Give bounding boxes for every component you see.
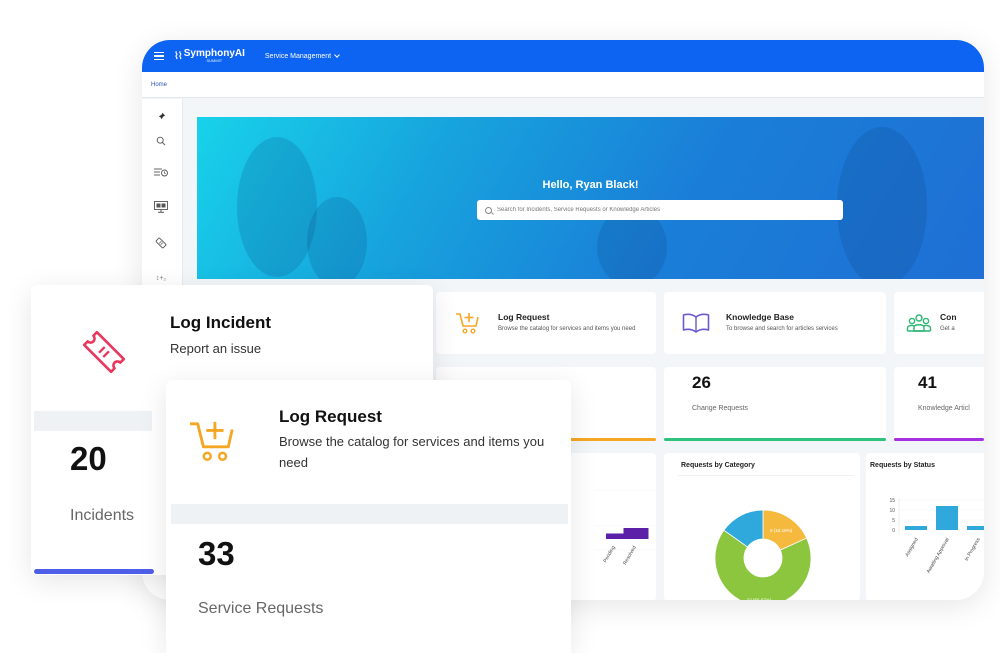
- log-request-tile[interactable]: Log Request Browse the catalog for servi…: [436, 292, 656, 354]
- search-icon[interactable]: [154, 134, 168, 148]
- module-label: Service Management: [264, 52, 332, 60]
- history-list-icon[interactable]: [154, 165, 168, 179]
- stat-tile-knowledge-articles[interactable]: 41 Knowledge Articl: [894, 367, 984, 441]
- card-title: Log Request: [279, 407, 382, 426]
- global-search-input[interactable]: [497, 207, 827, 213]
- x-tick-label: Awaiting Approval: [926, 537, 951, 574]
- greeting-heading: Hello, Ryan Black!: [542, 179, 639, 191]
- contact-tile[interactable]: Con Get a: [894, 292, 984, 354]
- pin-icon[interactable]: [154, 109, 168, 123]
- slice-label: 6 (18.18%): [770, 528, 793, 533]
- chart-tile-status: Requests by Status 15 10 5 0 Assigned Awaitin…: [866, 453, 984, 600]
- more-icon[interactable]: ↕+₂: [154, 271, 168, 285]
- status-bar[interactable]: [905, 526, 927, 530]
- y-tick-label: 5: [892, 518, 895, 524]
- requests-by-category-donut: 6 (18.18%) 22 (66.67%): [714, 509, 812, 600]
- stat-value: 26: [692, 373, 711, 392]
- stat-value: 41: [918, 373, 937, 392]
- service-request-count: 33: [198, 535, 235, 572]
- stat-label: Knowledge Articl: [918, 405, 970, 412]
- action-description: To browse and search for articles servic…: [726, 326, 838, 332]
- module-dropdown[interactable]: Service Management: [264, 51, 340, 60]
- breadcrumb-home[interactable]: Home: [151, 82, 167, 88]
- requests-by-status-chart: 15 10 5 0 Assigned Awaiting Approval In Progre…: [889, 498, 984, 574]
- knowledge-base-tile[interactable]: Knowledge Base To browse and search for …: [664, 292, 886, 354]
- chevron-down-icon: [334, 51, 340, 58]
- people-group-icon: [904, 313, 934, 333]
- global-search-bar[interactable]: [477, 200, 843, 220]
- service-request-label: Service Requests: [198, 600, 324, 617]
- stat-accent-bar: [894, 438, 984, 441]
- action-title: Con: [940, 312, 957, 322]
- x-tick-label: Assigned: [904, 537, 920, 558]
- top-bar: ⌇⌇ SymphonyAI SUMMIT Service Management: [142, 40, 984, 72]
- book-icon: [678, 313, 714, 333]
- hamburger-menu-icon[interactable]: [154, 52, 164, 60]
- brand-subtitle: SUMMIT: [206, 58, 223, 63]
- monitor-icon[interactable]: [154, 200, 168, 214]
- card-title: Log Incident: [170, 313, 272, 332]
- card-description: Browse the catalog for services and item…: [279, 434, 545, 470]
- cart-plus-icon: [450, 311, 486, 335]
- card-divider: [171, 504, 568, 524]
- incident-accent-bar: [34, 569, 154, 574]
- cart-plus-icon: [188, 418, 238, 469]
- y-tick-label: 10: [889, 508, 895, 514]
- x-tick-label: Resolved: [622, 545, 638, 566]
- x-tick-label: Pending: [602, 545, 616, 564]
- stat-accent-bar: [664, 438, 886, 441]
- x-tick-label: In Progress: [964, 537, 982, 563]
- card-description: Report an issue: [170, 341, 262, 356]
- action-description: Get a: [940, 326, 955, 332]
- stat-tile-change-requests[interactable]: 26 Change Requests: [664, 367, 886, 441]
- symphony-logo-icon: ⌇⌇: [174, 50, 183, 62]
- breadcrumb-bar: Home: [142, 72, 984, 98]
- action-description: Browse the catalog for services and item…: [498, 326, 636, 332]
- status-bar[interactable]: [936, 506, 958, 530]
- brand-logo[interactable]: ⌇⌇ SymphonyAI SUMMIT: [174, 49, 245, 63]
- chart-tile-category: Requests by Category 6 (18.18%) 22 (66.67…: [664, 453, 860, 600]
- status-bar[interactable]: [623, 528, 649, 539]
- status-bar[interactable]: [606, 533, 624, 540]
- incident-label: Incidents: [70, 507, 135, 524]
- stat-label: Change Requests: [692, 405, 749, 412]
- slice-label: 22 (66.67%): [747, 597, 772, 600]
- y-tick-label: 0: [892, 528, 895, 534]
- incident-count: 20: [70, 440, 107, 477]
- y-tick-label: 15: [889, 498, 895, 504]
- ticket-icon: [79, 327, 129, 382]
- status-bar[interactable]: [967, 526, 984, 530]
- ticket-icon[interactable]: [154, 236, 168, 250]
- card-divider: [34, 411, 152, 431]
- hero-banner: Hello, Ryan Black!: [197, 117, 984, 279]
- log-request-card[interactable]: Log Request Browse the catalog for servi…: [166, 380, 571, 653]
- action-title: Knowledge Base: [726, 312, 795, 322]
- search-icon: [485, 206, 492, 214]
- action-title: Log Request: [498, 312, 550, 322]
